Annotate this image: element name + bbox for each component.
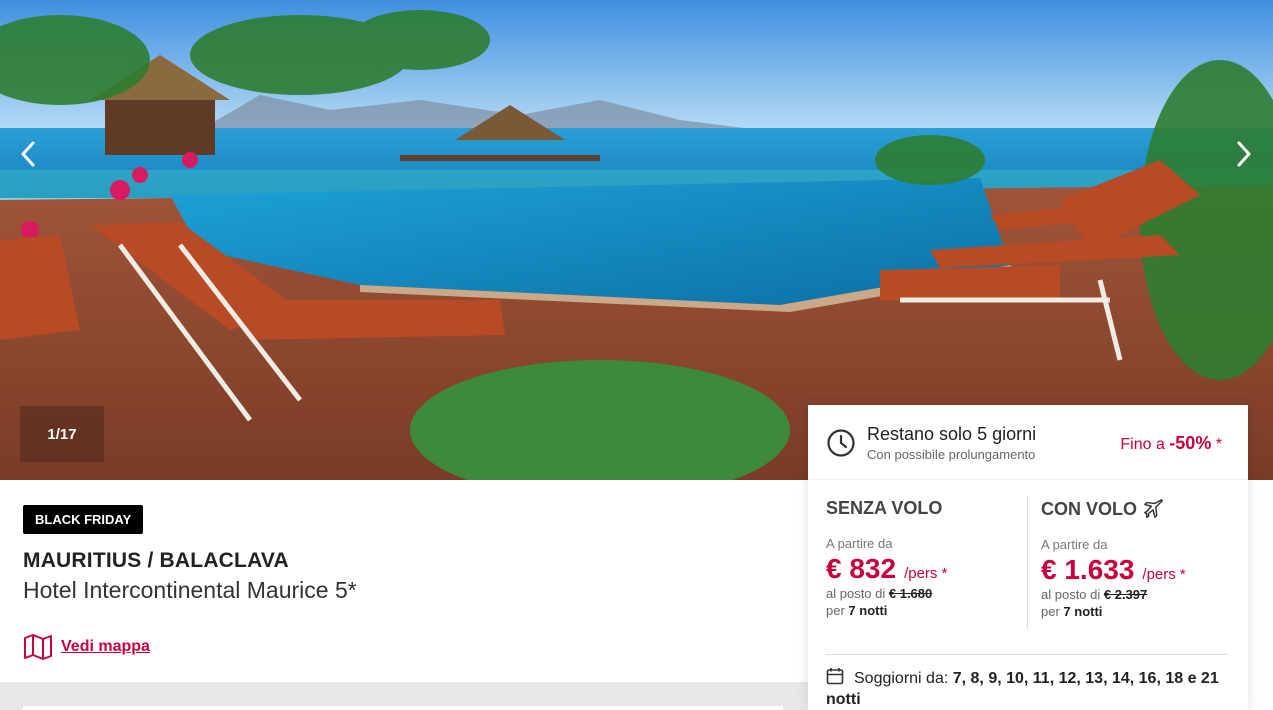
price-amount: € 1.633 [1041, 554, 1135, 585]
chevron-left-icon [21, 141, 35, 167]
price-per: /pers * [1142, 566, 1186, 583]
destination-title: MAURITIUS / BALACLAVA [23, 549, 289, 572]
urgency-banner: Restano solo 5 giorni Con possibile prol… [808, 405, 1248, 480]
nights-value: 7 notti [1063, 604, 1103, 619]
discount-prefix: Fino a [1120, 436, 1170, 453]
original-price: € 1.680 [888, 586, 933, 601]
nights-label: per [1041, 604, 1064, 619]
chevron-right-icon [1237, 141, 1251, 167]
view-map-link[interactable]: Vedi mappa [23, 633, 150, 661]
promo-badge: BLACK FRIDAY [23, 505, 144, 534]
without-flight-heading-text: SENZA VOLO [826, 498, 943, 518]
stay-durations: Soggiorni da: 7, 8, 9, 10, 11, 12, 13, 1… [826, 667, 1236, 710]
from-label: A partire da [826, 536, 893, 551]
price-row: € 832 /pers * [826, 553, 1026, 585]
stays-divider [826, 654, 1228, 655]
clock-icon [827, 429, 855, 457]
nights-label: per [826, 603, 849, 618]
discount-suffix: * [1211, 436, 1222, 453]
airplane-icon [1144, 499, 1163, 518]
calendar-icon [826, 668, 844, 685]
gallery-prev-button[interactable] [10, 136, 46, 172]
with-flight-heading: CON VOLO [1041, 498, 1241, 520]
price-with-flight[interactable]: CON VOLO A partire da € 1.633 /pers * al… [1041, 498, 1241, 628]
discount-value: -50% [1169, 433, 1212, 453]
original-price: € 2.397 [1103, 587, 1148, 602]
column-divider [1027, 497, 1028, 629]
discount-label: Fino a -50% * [1120, 433, 1222, 454]
with-flight-heading-text: CON VOLO [1041, 498, 1138, 519]
price-amount: € 832 [826, 553, 897, 584]
gallery-counter: 1/17 [20, 406, 104, 462]
price-per: /pers * [904, 565, 948, 582]
price-without-flight[interactable]: SENZA VOLO A partire da € 832 /pers * al… [826, 498, 1026, 628]
urgency-subtitle: Con possibile prolungamento [867, 447, 1036, 462]
instead-label: al posto di [826, 586, 889, 601]
price-card: Restano solo 5 giorni Con possibile prol… [808, 405, 1248, 710]
gallery-next-button[interactable] [1226, 136, 1262, 172]
hotel-name: Hotel Intercontinental Maurice 5* [23, 577, 357, 603]
view-map-label[interactable]: Vedi mappa [61, 638, 150, 656]
stays-label: Soggiorni da: [854, 670, 953, 687]
urgency-title: Restano solo 5 giorni [867, 424, 1037, 444]
instead-label: al posto di [1041, 587, 1104, 602]
nights: per 7 notti [826, 603, 1026, 618]
nights-value: 7 notti [848, 603, 888, 618]
instead-of: al posto di € 2.397 [1041, 587, 1241, 602]
bottom-strip [0, 682, 808, 710]
price-row: € 1.633 /pers * [1041, 554, 1241, 586]
from-label: A partire da [1041, 537, 1108, 552]
map-icon [24, 634, 52, 660]
without-flight-heading: SENZA VOLO [826, 498, 1026, 519]
instead-of: al posto di € 1.680 [826, 586, 1026, 601]
nights: per 7 notti [1041, 604, 1241, 619]
